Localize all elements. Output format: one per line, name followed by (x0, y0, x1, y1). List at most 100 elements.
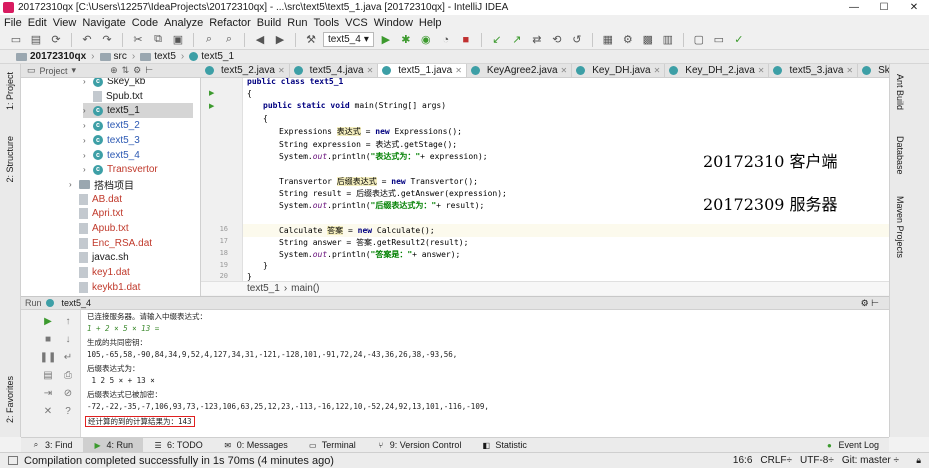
build-icon[interactable]: ⚒ (303, 32, 319, 48)
menu-code[interactable]: Code (130, 17, 162, 29)
gear-icon[interactable]: ⚙ ⊢ (861, 298, 879, 309)
menu-window[interactable]: Window (372, 17, 417, 29)
project-tree-item[interactable]: › c text5_1 (83, 103, 193, 119)
paste-icon[interactable]: ▣ (170, 32, 186, 48)
git-branch[interactable]: Git: master ÷ (842, 455, 899, 466)
copy-icon[interactable]: ⧉ (150, 32, 166, 48)
vcs-commit-icon[interactable]: ↗ (509, 32, 525, 48)
run-console[interactable]: 已连接服务器。请输入中缀表达式： 1 + 2 × 5 × 13 = 生成的共同密钥：… (81, 310, 889, 437)
toggle-tool-windows-icon[interactable] (8, 456, 18, 465)
minimize-button[interactable]: — (839, 0, 869, 15)
task-icon[interactable]: ▢ (691, 32, 707, 48)
run-gutter-icon[interactable]: ▶ (209, 102, 214, 110)
gear-icon[interactable]: ⚙ (133, 65, 141, 76)
vcs-compare-icon[interactable]: ⇄ (529, 32, 545, 48)
tool-window-button[interactable]: ✉ 0: Messages (213, 438, 298, 453)
close-tab-icon[interactable]: ✕ (278, 66, 285, 75)
project-tree-item[interactable]: Apri.txt (69, 206, 123, 221)
project-tree-item[interactable]: › c Transvertor (83, 162, 158, 177)
project-tree-item[interactable]: Enc_RSA.dat (69, 236, 152, 251)
pause-output-icon[interactable]: ❚❚ (40, 350, 57, 364)
menu-tools[interactable]: Tools (311, 17, 343, 29)
menu-file[interactable]: File (2, 17, 26, 29)
hide-icon[interactable]: ⊢ (145, 65, 153, 76)
close-tab-icon[interactable]: ✕ (846, 66, 853, 75)
code-editor[interactable]: public class text5_1 { public static voi… (243, 78, 889, 281)
nav-project[interactable]: 20172310qx (30, 51, 86, 62)
menu-analyze[interactable]: Analyze (162, 17, 207, 29)
menu-vcs[interactable]: VCS (343, 17, 372, 29)
close-tab-icon[interactable]: ✕ (758, 66, 765, 75)
project-tree-item[interactable]: Apub.txt (69, 221, 129, 236)
editor-tab[interactable]: text5_2.java ✕ (201, 64, 290, 77)
project-tree-item[interactable]: key1.dat (69, 265, 130, 280)
close-button[interactable]: ✕ (899, 0, 929, 15)
tool-window-button[interactable]: ▶ 4: Run (82, 437, 144, 453)
run-icon[interactable]: ▶ (378, 32, 394, 48)
tool-ant-build[interactable]: Ant Build (895, 74, 905, 110)
help-icon[interactable]: ? (61, 404, 75, 418)
project-tree-item[interactable]: › 搭档项目 (69, 177, 134, 192)
maximize-button[interactable]: ☐ (869, 0, 899, 15)
editor-tab[interactable]: text5_1.java ✕ (378, 64, 467, 77)
close-tab-icon[interactable]: ✕ (455, 66, 462, 75)
chevron-right-icon[interactable]: › (83, 136, 93, 145)
pin-icon[interactable]: ✕ (41, 404, 55, 418)
file-encoding[interactable]: UTF-8÷ (800, 455, 834, 466)
collapse-icon[interactable]: ⇅ (122, 65, 130, 76)
chevron-right-icon[interactable]: › (83, 106, 93, 115)
run-config-select[interactable]: text5_4 ▾ (323, 32, 374, 47)
event-log-button[interactable]: ● Event Log (814, 438, 889, 453)
project-tree-item[interactable]: Spub.txt (83, 89, 143, 104)
menu-view[interactable]: View (51, 17, 81, 29)
close-tab-icon[interactable]: ✕ (367, 66, 374, 75)
menu-edit[interactable]: Edit (26, 17, 51, 29)
nav-src[interactable]: src (114, 51, 127, 62)
project-tree-item[interactable]: AB.dat (69, 192, 122, 207)
editor-tab[interactable]: Key_DH_2.java ✕ (665, 64, 770, 77)
print-icon[interactable]: ⎙ (61, 368, 75, 382)
undo-icon[interactable]: ↶ (79, 32, 95, 48)
lock-icon[interactable]: 🔒︎ (916, 455, 921, 466)
project-tree-item[interactable]: keykb1.dat (69, 280, 140, 295)
nav-package[interactable]: text5 (154, 51, 176, 62)
scroll-up-icon[interactable]: ↑ (61, 314, 75, 328)
tool-project[interactable]: 1: Project (5, 72, 15, 110)
profile-icon[interactable]: ◔ (438, 32, 454, 48)
breadcrumb-method[interactable]: main() (291, 283, 319, 294)
chevron-right-icon[interactable]: › (83, 78, 93, 86)
forward-icon[interactable]: ▶ (272, 32, 288, 48)
close-tab-icon[interactable]: ✕ (561, 66, 568, 75)
target-icon[interactable]: ⊕ (110, 65, 118, 76)
vcs-history-icon[interactable]: ⟲ (549, 32, 565, 48)
exit-icon[interactable]: ⇥ (41, 386, 55, 400)
editor-tab[interactable]: KeyAgree2.java ✕ (467, 64, 573, 77)
vcs-revert-icon[interactable]: ↺ (569, 32, 585, 48)
chevron-right-icon[interactable]: › (83, 151, 93, 160)
menu-help[interactable]: Help (417, 17, 446, 29)
terminal-icon[interactable]: ▭ (711, 32, 727, 48)
breadcrumb-class[interactable]: text5_1 (247, 283, 280, 294)
project-structure-icon[interactable]: ▦ (600, 32, 616, 48)
open-folder-icon[interactable]: ▭ (8, 32, 24, 48)
settings-icon[interactable]: ⚙ (620, 32, 636, 48)
coverage-icon[interactable]: ◉ (418, 32, 434, 48)
tool-window-button[interactable]: ▭ Terminal (298, 438, 366, 453)
redo-icon[interactable]: ↷ (99, 32, 115, 48)
tool-structure[interactable]: 2: Structure (5, 136, 15, 183)
editor-tab[interactable]: text5_3.java ✕ (769, 64, 859, 77)
editor-tab[interactable]: Key_DH.java ✕ (572, 64, 666, 77)
debug-icon[interactable]: ✱ (398, 32, 414, 48)
tool-database[interactable]: Database (895, 136, 905, 175)
close-tab-icon[interactable]: ✕ (654, 66, 661, 75)
cut-icon[interactable]: ✂ (130, 32, 146, 48)
sync-icon[interactable]: ⟳ (48, 32, 64, 48)
scroll-down-icon[interactable]: ↓ (61, 332, 75, 346)
project-tree-item[interactable]: › c text5_4 (83, 148, 140, 163)
tool-window-button[interactable]: ☰ 6: TODO (143, 438, 213, 453)
menu-navigate[interactable]: Navigate (80, 17, 129, 29)
chevron-down-icon[interactable]: ▾ (72, 65, 77, 76)
replace-icon[interactable]: ⌕ (221, 32, 237, 48)
caret-position[interactable]: 16:6 (733, 455, 752, 466)
project-tree-item[interactable]: › c text5_2 (83, 118, 140, 133)
